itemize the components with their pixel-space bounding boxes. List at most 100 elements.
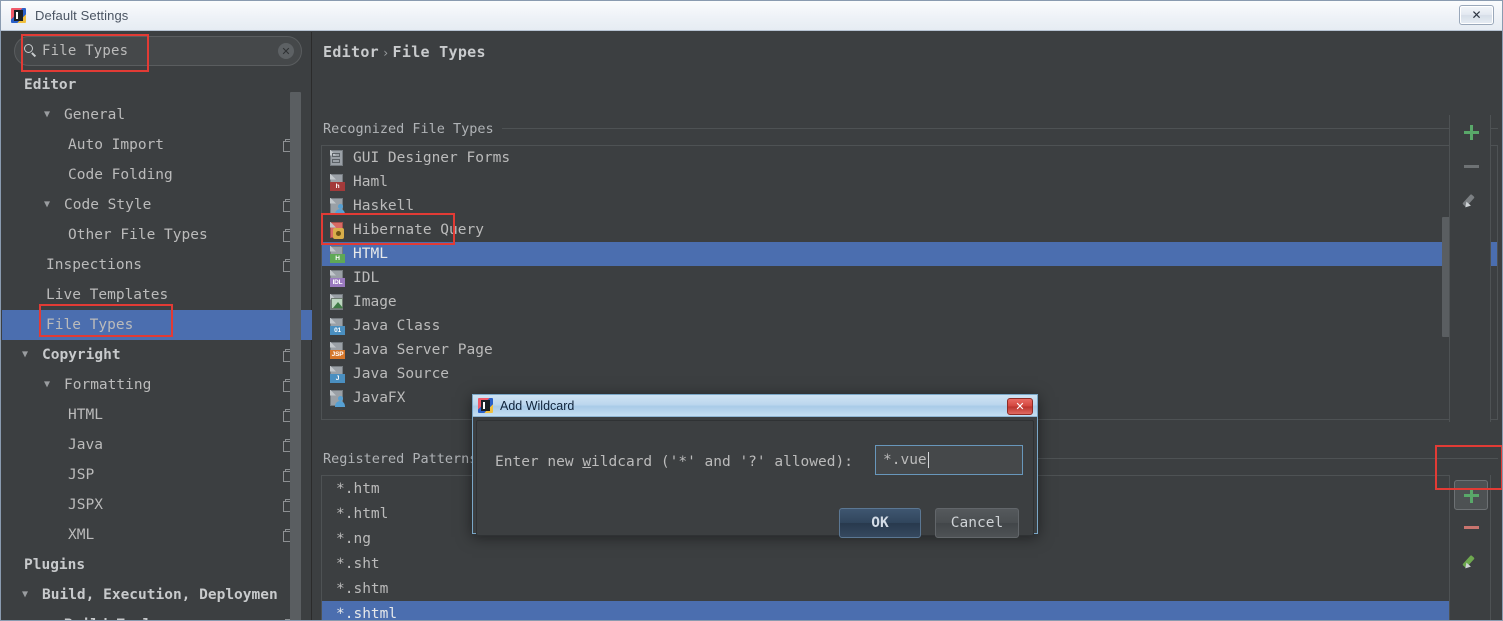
sidebar-item-label: General [64,107,125,123]
file-type-row[interactable]: hHaml [322,170,1497,194]
sidebar-item-label: XML [68,527,94,543]
minus-icon [1464,526,1479,529]
ok-button[interactable]: OK [839,508,921,538]
sidebar-item-plugins[interactable]: Plugins [2,550,312,580]
breadcrumb: Editor›File Types [323,43,486,61]
pattern-row[interactable]: *.shtml [322,601,1449,621]
file-type-row[interactable]: H HTML [322,242,1497,266]
add-wildcard-dialog: Add Wildcard ✕ Enter new wildcard ('*' a… [472,394,1038,534]
sidebar-item-label: Build, Execution, Deploymen [42,587,278,603]
sidebar-item-jsp[interactable]: JSP [2,460,312,490]
file-type-row[interactable]: Haskell [322,194,1497,218]
settings-sidebar: File Types ✕ Editor General Auto Import Cod… [2,32,312,621]
prompt-text-after: ildcard ('*' and '?' allowed): [591,454,853,470]
chevron-down-icon[interactable] [44,199,56,211]
chevron-down-icon[interactable] [44,379,56,391]
jsp-file-icon: JSP [330,342,345,359]
file-type-row[interactable]: J Java Source [322,362,1497,386]
window-titlebar: Default Settings ✕ [1,1,1502,31]
pattern-label: *.htm [336,481,380,497]
sidebar-item-label: File Types [46,317,133,333]
sidebar-item-formatting[interactable]: Formatting [2,370,312,400]
image-file-icon [330,294,345,311]
sidebar-item-label: Inspections [46,257,142,273]
file-type-label: Image [353,294,397,310]
sidebar-item-build-tools[interactable]: Build Tools [2,610,312,621]
sidebar-item-jspx[interactable]: JSPX [2,490,312,520]
remove-pattern-button[interactable] [1450,510,1492,544]
chevron-down-icon[interactable] [22,349,34,361]
edit-file-type-button[interactable] [1450,183,1492,217]
sidebar-item-html[interactable]: HTML [2,400,312,430]
sidebar-item-copyright[interactable]: Copyright [2,340,312,370]
file-type-label: Hibernate Query [353,222,484,238]
sidebar-scrollbar-thumb[interactable] [290,92,301,621]
chevron-down-icon[interactable] [22,589,34,601]
wildcard-input[interactable]: *.vue [875,445,1023,475]
pattern-label: *.sht [336,556,380,572]
recognized-file-types-label: Recognized File Types [323,121,502,137]
sidebar-item-general[interactable]: General [2,100,312,130]
remove-file-type-button[interactable] [1450,149,1492,183]
plus-icon [1464,125,1479,140]
pencil-icon [1463,553,1479,569]
cancel-button[interactable]: Cancel [935,508,1019,538]
file-type-label: HTML [353,246,388,262]
hibernate-file-icon [330,222,345,239]
sidebar-item-file-types[interactable]: File Types [2,310,312,340]
settings-window: Default Settings ✕ File Types ✕ Editor Ge… [0,0,1503,621]
chevron-down-icon[interactable] [44,109,56,121]
window-close-button[interactable]: ✕ [1459,5,1494,25]
sidebar-item-code-folding[interactable]: Code Folding [2,160,312,190]
pattern-row[interactable]: *.sht [322,551,1449,576]
registered-patterns-toolbar [1449,475,1491,621]
breadcrumb-root[interactable]: Editor [323,43,379,61]
file-type-row[interactable]: IDL IDL [322,266,1497,290]
recognized-file-types-list[interactable]: GUI Designer FormshHamlHaskell Hibernate … [321,145,1498,420]
add-pattern-button[interactable] [1454,480,1488,510]
sidebar-item-editor[interactable]: Editor [2,70,312,100]
java-source-file-icon: J [330,366,345,383]
html-file-icon: H [330,246,345,263]
sidebar-item-live-templates[interactable]: Live Templates [2,280,312,310]
sidebar-search: File Types ✕ [14,36,302,66]
edit-pattern-button[interactable] [1450,544,1492,578]
recognized-file-types-toolbar [1449,115,1491,422]
sidebar-item-label: Code Folding [68,167,173,183]
sidebar-item-code-style[interactable]: Code Style [2,190,312,220]
sidebar-item-inspections[interactable]: Inspections [2,250,312,280]
pattern-row[interactable]: *.shtm [322,576,1449,601]
sidebar-item-xml[interactable]: XML [2,520,312,550]
file-type-row[interactable]: Hibernate Query [322,218,1497,242]
sidebar-item-auto-import[interactable]: Auto Import [2,130,312,160]
sidebar-item-other-file-types[interactable]: Other File Types [2,220,312,250]
add-file-type-button[interactable] [1450,115,1492,149]
sidebar-item-label: JSP [68,467,94,483]
sidebar-item-java[interactable]: Java [2,430,312,460]
search-icon [24,44,38,58]
search-clear-button[interactable]: ✕ [278,43,294,59]
pattern-label: *.shtm [336,581,388,597]
sidebar-item-label: HTML [68,407,103,423]
minus-icon [1464,165,1479,168]
sidebar-item-label: Live Templates [46,287,168,303]
sidebar-item-label: Editor [24,77,76,93]
wildcard-input-value: *.vue [883,452,927,468]
search-input[interactable]: File Types [14,36,302,66]
pattern-label: *.shtml [336,606,397,621]
sidebar-item-label: Plugins [24,557,85,573]
sidebar-item-build-execution-deploymen[interactable]: Build, Execution, Deploymen [2,580,312,610]
file-type-label: Haml [353,174,388,190]
file-type-label: Java Source [353,366,449,382]
intellij-idea-icon [11,8,27,24]
file-type-row[interactable]: GUI Designer Forms [322,146,1497,170]
idl-file-icon: IDL [330,270,345,287]
file-type-row[interactable]: 01Java Class [322,314,1497,338]
dialog-close-button[interactable]: ✕ [1007,398,1033,415]
haskell-file-icon [330,198,345,215]
file-type-row[interactable]: JSPJava Server Page [322,338,1497,362]
file-type-label: Java Class [353,318,440,334]
file-type-row[interactable]: Image [322,290,1497,314]
sidebar-item-label: Auto Import [68,137,164,153]
file-type-label: IDL [353,270,379,286]
